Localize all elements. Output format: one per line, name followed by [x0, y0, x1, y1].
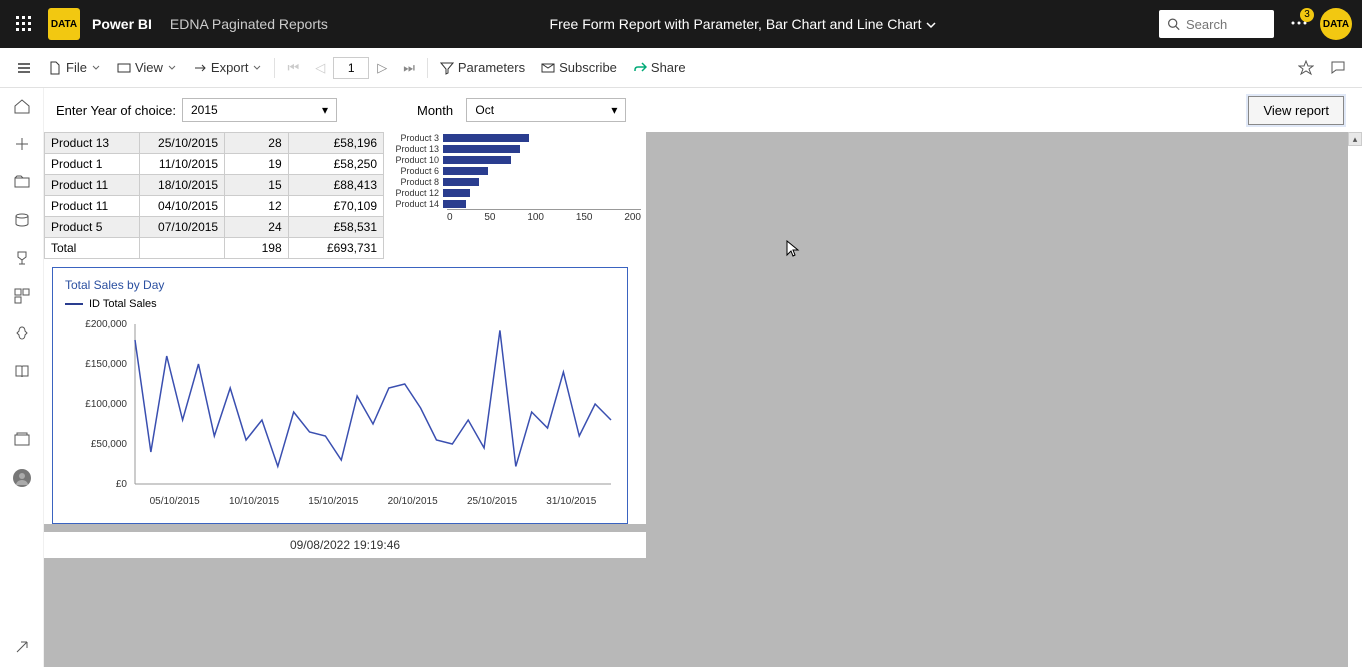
file-icon [48, 61, 62, 75]
scrollbar-up-button[interactable]: ▴ [1348, 132, 1362, 146]
year-param-label: Enter Year of choice: [56, 103, 176, 118]
prev-page-button[interactable]: ◁ [307, 60, 333, 76]
star-icon [1298, 60, 1314, 76]
more-options-icon[interactable]: 3 [1290, 14, 1308, 35]
page-number-input[interactable] [333, 57, 369, 79]
rail-deploy-icon[interactable] [12, 324, 32, 344]
rail-data-icon[interactable] [12, 210, 32, 230]
svg-text:20/10/2015: 20/10/2015 [388, 496, 438, 507]
app-launcher-icon[interactable] [0, 16, 48, 32]
chevron-down-icon [91, 63, 101, 73]
svg-text:15/10/2015: 15/10/2015 [308, 496, 358, 507]
rail-goals-icon[interactable] [12, 248, 32, 268]
workspace-name[interactable]: EDNA Paginated Reports [170, 16, 328, 32]
svg-text:£200,000: £200,000 [85, 319, 127, 330]
svg-text:£0: £0 [116, 479, 128, 490]
svg-text:10/10/2015: 10/10/2015 [229, 496, 279, 507]
svg-text:31/10/2015: 31/10/2015 [546, 496, 596, 507]
table-row: Product 507/10/201524£58,531 [45, 217, 384, 238]
month-dropdown[interactable]: Oct▾ [466, 98, 626, 122]
logo: DATA [48, 8, 80, 40]
rail-workspaces-icon[interactable] [12, 430, 32, 450]
filter-icon [440, 61, 454, 75]
chevron-down-icon: ▾ [611, 103, 617, 117]
line-chart-legend: ID Total Sales [65, 298, 617, 310]
line-chart-svg: £0 £50,000 £100,000 £150,000 £200,000 05/10/2… [65, 314, 621, 514]
data-table: Product 1325/10/201528£58,196Product 111… [44, 132, 384, 259]
rail-create-icon[interactable] [12, 134, 32, 154]
table-row: Product 1118/10/201515£88,413 [45, 175, 384, 196]
year-dropdown[interactable]: 2015▾ [182, 98, 337, 122]
rail-apps-icon[interactable] [12, 286, 32, 306]
rail-learn-icon[interactable] [12, 362, 32, 382]
last-page-button[interactable]: ⏭ [395, 60, 423, 76]
table-row: Product 1104/10/201512£70,109 [45, 196, 384, 217]
first-page-button[interactable]: ⏮ [279, 60, 307, 76]
export-icon [193, 61, 207, 75]
brand-label: Power BI [92, 16, 152, 32]
table-row: Product 111/10/201519£58,250 [45, 154, 384, 175]
mail-icon [541, 61, 555, 75]
report-footer-timestamp: 09/08/2022 19:19:46 [44, 532, 646, 558]
chevron-down-icon [167, 63, 177, 73]
comments-button[interactable] [1322, 52, 1354, 84]
month-param-label: Month [417, 103, 453, 118]
favorite-button[interactable] [1290, 52, 1322, 84]
export-menu[interactable]: Export [185, 52, 271, 84]
chevron-down-icon: ▾ [322, 103, 328, 117]
search-input[interactable] [1186, 17, 1266, 32]
search-icon [1167, 17, 1180, 31]
view-menu[interactable]: View [109, 52, 185, 84]
line-chart-card: Total Sales by Day ID Total Sales £0 £50,… [52, 267, 628, 524]
chevron-down-icon [252, 63, 262, 73]
next-page-button[interactable]: ▷ [369, 60, 395, 76]
bar-chart: Product 3Product 13Product 10Product 6Pr… [389, 132, 641, 247]
report-title-dropdown[interactable]: Free Form Report with Parameter, Bar Cha… [550, 16, 938, 32]
svg-text:£150,000: £150,000 [85, 359, 127, 370]
report-canvas: Product 1325/10/201528£58,196Product 111… [44, 132, 1348, 667]
svg-text:25/10/2015: 25/10/2015 [467, 496, 517, 507]
notification-badge: 3 [1300, 8, 1314, 22]
file-menu[interactable]: File [40, 52, 109, 84]
table-row: Product 1325/10/201528£58,196 [45, 133, 384, 154]
parameters-button[interactable]: Parameters [432, 52, 533, 84]
svg-text:£50,000: £50,000 [91, 439, 128, 450]
search-box[interactable] [1159, 10, 1274, 38]
rail-expand-icon[interactable] [12, 637, 32, 657]
view-icon [117, 61, 131, 75]
share-icon [633, 61, 647, 75]
rail-home-icon[interactable] [12, 96, 32, 116]
avatar[interactable]: DATA [1320, 8, 1352, 40]
rail-browse-icon[interactable] [12, 172, 32, 192]
view-report-button[interactable]: View report [1248, 96, 1344, 125]
svg-text:£100,000: £100,000 [85, 399, 127, 410]
rail-myworkspace-icon[interactable] [12, 468, 32, 488]
share-button[interactable]: Share [625, 52, 694, 84]
comment-icon [1330, 60, 1346, 76]
line-chart-title: Total Sales by Day [65, 278, 617, 292]
svg-text:05/10/2015: 05/10/2015 [150, 496, 200, 507]
subscribe-button[interactable]: Subscribe [533, 52, 625, 84]
table-total-row: Total198£693,731 [45, 238, 384, 259]
hamburger-icon[interactable] [8, 60, 40, 76]
